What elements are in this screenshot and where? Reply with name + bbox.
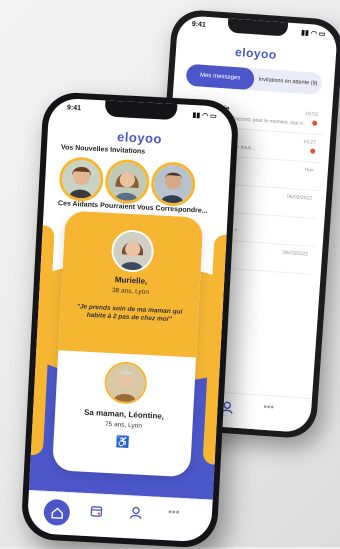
status-time: 9:41 <box>191 20 207 29</box>
app-logo: eloyoo <box>234 44 278 62</box>
portrait <box>61 159 102 200</box>
status-icons: ▮▮ ◠ ▭ <box>300 29 326 39</box>
home-icon <box>50 507 63 519</box>
calendar-icon[interactable] <box>89 504 103 521</box>
person-icon[interactable] <box>129 506 142 523</box>
relative-photo <box>103 360 148 405</box>
unread-dot <box>312 120 318 126</box>
tab-pending-invitations[interactable]: Invitations en attente (9) <box>253 68 322 95</box>
more-icon[interactable]: ••• <box>263 402 274 414</box>
more-icon[interactable]: ••• <box>168 506 180 519</box>
portrait <box>107 161 148 202</box>
tab-my-messages[interactable]: Mes messages <box>185 63 255 91</box>
phone-notch <box>104 100 178 121</box>
portrait <box>105 362 146 403</box>
phone-notch <box>227 18 289 37</box>
front-phone: 9:41 ▮▮ ◠ ▭ eloyoo Vos Nouvelles Invitat… <box>20 91 240 549</box>
invitation-avatar[interactable] <box>150 160 197 208</box>
message-time: 15:27 <box>303 138 317 146</box>
message-time: Hier <box>304 167 315 174</box>
status-icons: ▮▮ ◠ ▭ <box>192 111 217 121</box>
bottom-nav: ••• <box>26 489 213 543</box>
message-time: 06/03/2022 <box>286 193 313 202</box>
portrait <box>112 231 153 272</box>
message-time: 06/03/2022 <box>282 249 309 258</box>
home-button[interactable] <box>43 498 71 527</box>
match-card[interactable]: Murielle, 38 ans, Lyon "Je prends soin d… <box>52 210 204 478</box>
message-time: 15:52 <box>305 111 319 118</box>
front-phone-screen: 9:41 ▮▮ ◠ ▭ eloyoo Vos Nouvelles Invitat… <box>26 97 234 543</box>
wheelchair-icon: ♿ <box>115 436 130 450</box>
invitations-title: Vos Nouvelles Invitations <box>60 144 146 156</box>
invitation-avatar[interactable] <box>58 156 105 203</box>
unread-dot <box>310 148 316 154</box>
invitation-avatar[interactable] <box>104 158 151 205</box>
message-tabs: Mes messages Invitations en attente (9) <box>185 63 323 96</box>
status-time: 9:41 <box>66 104 82 113</box>
portrait <box>153 164 194 205</box>
